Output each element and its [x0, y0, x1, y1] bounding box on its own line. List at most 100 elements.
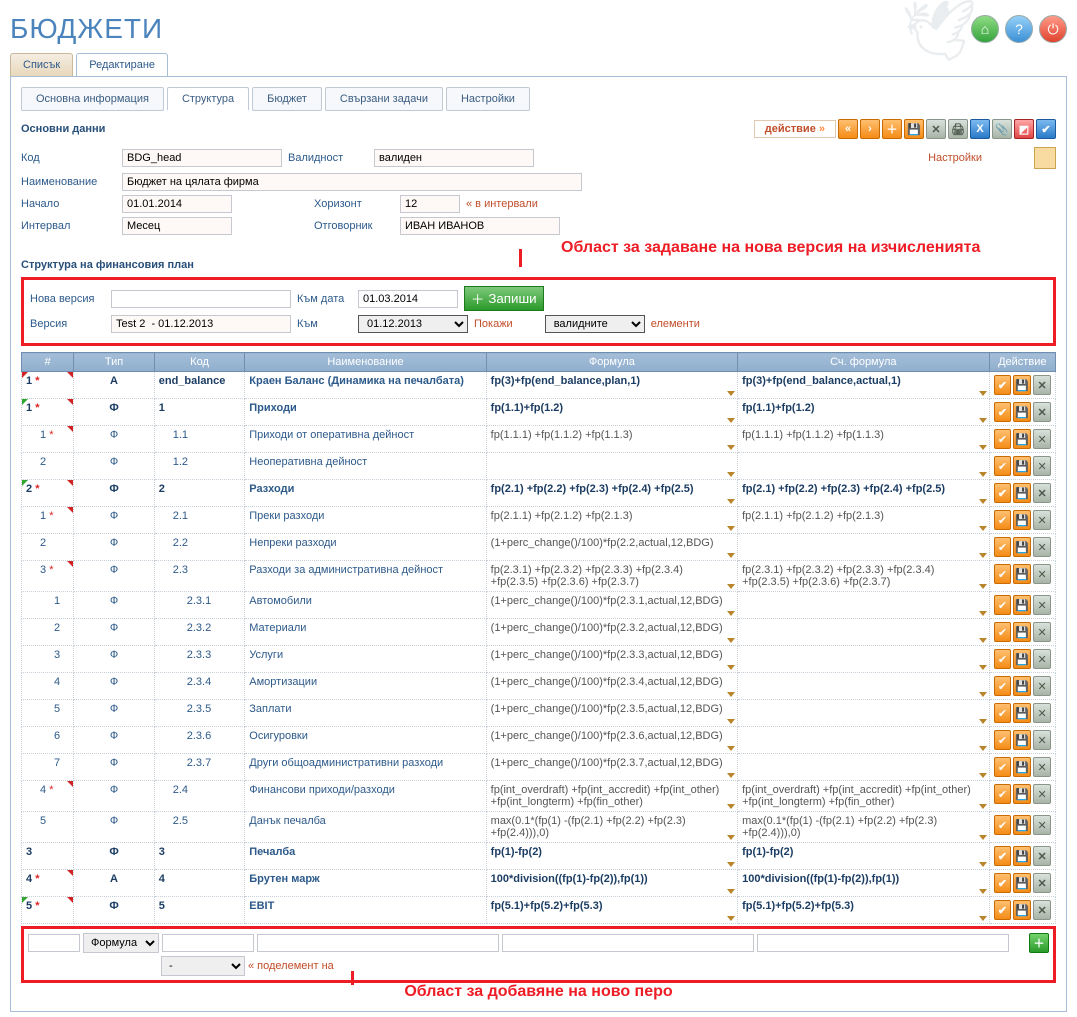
- row-check-icon[interactable]: ✔: [994, 649, 1012, 669]
- row-save-icon[interactable]: 💾: [1013, 595, 1031, 615]
- col-num[interactable]: #: [22, 353, 74, 372]
- home-icon[interactable]: ⌂: [971, 15, 999, 43]
- row-check-icon[interactable]: ✔: [994, 429, 1012, 449]
- valid-input[interactable]: [374, 149, 534, 167]
- row-save-icon[interactable]: 💾: [1013, 784, 1031, 804]
- row-name[interactable]: Амортизации: [245, 673, 486, 700]
- row-save-icon[interactable]: 💾: [1013, 703, 1031, 723]
- row-formula[interactable]: (1+perc_change()/100)*fp(2.3.1,actual,12…: [486, 592, 737, 619]
- row-formula[interactable]: 100*division((fp(1)-fp(2)),fp(1)): [486, 870, 737, 897]
- row-code[interactable]: 5: [154, 897, 245, 924]
- row-delete-icon[interactable]: ✕: [1033, 815, 1051, 835]
- row-save-icon[interactable]: 💾: [1013, 676, 1031, 696]
- row-check-icon[interactable]: ✔: [994, 873, 1012, 893]
- row-check-icon[interactable]: ✔: [994, 900, 1012, 920]
- row-code[interactable]: end_balance: [154, 372, 245, 399]
- show-link[interactable]: Покажи: [474, 318, 513, 330]
- row-save-icon[interactable]: 💾: [1013, 730, 1031, 750]
- row-formula[interactable]: (1+perc_change()/100)*fp(2.3.7,actual,12…: [486, 754, 737, 781]
- row-delete-icon[interactable]: ✕: [1033, 564, 1051, 584]
- add-acc-formula-input[interactable]: [757, 934, 1009, 952]
- interval-input[interactable]: [122, 217, 232, 235]
- row-code[interactable]: 2: [154, 480, 245, 507]
- col-formula[interactable]: Формула: [486, 353, 737, 372]
- row-formula[interactable]: (1+perc_change()/100)*fp(2.3.5,actual,12…: [486, 700, 737, 727]
- new-icon[interactable]: ＋: [882, 119, 902, 139]
- row-check-icon[interactable]: ✔: [994, 703, 1012, 723]
- row-delete-icon[interactable]: ✕: [1033, 846, 1051, 866]
- row-save-icon[interactable]: 💾: [1013, 622, 1031, 642]
- settings-link[interactable]: Настройки: [928, 152, 982, 164]
- row-formula[interactable]: max(0.1*(fp(1) -(fp(2.1) +fp(2.2) +fp(2.…: [486, 812, 737, 843]
- add-type-select[interactable]: Формула: [83, 933, 159, 953]
- row-code[interactable]: 2.3.6: [154, 727, 245, 754]
- row-check-icon[interactable]: ✔: [994, 676, 1012, 696]
- row-delete-icon[interactable]: ✕: [1033, 703, 1051, 723]
- row-formula[interactable]: fp(2.1.1) +fp(2.1.2) +fp(2.1.3): [486, 507, 737, 534]
- row-code[interactable]: 2.1: [154, 507, 245, 534]
- action-link[interactable]: действие »: [754, 120, 836, 138]
- row-acc-formula[interactable]: max(0.1*(fp(1) -(fp(2.1) +fp(2.2) +fp(2.…: [738, 812, 989, 843]
- row-acc-formula[interactable]: fp(2.3.1) +fp(2.3.2) +fp(2.3.3) +fp(2.3.…: [738, 561, 989, 592]
- row-formula[interactable]: fp(1.1.1) +fp(1.1.2) +fp(1.1.3): [486, 426, 737, 453]
- row-acc-formula[interactable]: [738, 646, 989, 673]
- row-check-icon[interactable]: ✔: [994, 595, 1012, 615]
- row-check-icon[interactable]: ✔: [994, 564, 1012, 584]
- horizon-input[interactable]: [400, 195, 460, 213]
- row-name[interactable]: EBIT: [245, 897, 486, 924]
- filter-select[interactable]: валидните: [545, 315, 645, 333]
- nav-prev-icon[interactable]: ›: [860, 119, 880, 139]
- row-formula[interactable]: fp(3)+fp(end_balance,plan,1): [486, 372, 737, 399]
- row-save-icon[interactable]: 💾: [1013, 757, 1031, 777]
- save-version-button[interactable]: ＋Запиши: [464, 286, 544, 311]
- row-delete-icon[interactable]: ✕: [1033, 402, 1051, 422]
- row-acc-formula[interactable]: fp(1.1)+fp(1.2): [738, 399, 989, 426]
- row-delete-icon[interactable]: ✕: [1033, 649, 1051, 669]
- row-delete-icon[interactable]: ✕: [1033, 510, 1051, 530]
- row-formula[interactable]: (1+perc_change()/100)*fp(2.2,actual,12,B…: [486, 534, 737, 561]
- row-delete-icon[interactable]: ✕: [1033, 676, 1051, 696]
- row-code[interactable]: 2.3.2: [154, 619, 245, 646]
- row-formula[interactable]: [486, 453, 737, 480]
- sub-tab-budget[interactable]: Бюджет: [252, 87, 322, 111]
- row-acc-formula[interactable]: [738, 453, 989, 480]
- row-acc-formula[interactable]: [738, 754, 989, 781]
- row-name[interactable]: Брутен марж: [245, 870, 486, 897]
- row-check-icon[interactable]: ✔: [994, 784, 1012, 804]
- row-delete-icon[interactable]: ✕: [1033, 900, 1051, 920]
- row-delete-icon[interactable]: ✕: [1033, 730, 1051, 750]
- row-save-icon[interactable]: 💾: [1013, 873, 1031, 893]
- elements-link[interactable]: елементи: [651, 318, 700, 330]
- row-code[interactable]: 1.1: [154, 426, 245, 453]
- excel-icon[interactable]: X: [970, 119, 990, 139]
- row-formula[interactable]: fp(1)-fp(2): [486, 843, 737, 870]
- row-acc-formula[interactable]: fp(2.1) +fp(2.2) +fp(2.3) +fp(2.4) +fp(2…: [738, 480, 989, 507]
- row-formula[interactable]: (1+perc_change()/100)*fp(2.3.4,actual,12…: [486, 673, 737, 700]
- row-save-icon[interactable]: 💾: [1013, 375, 1031, 395]
- row-formula[interactable]: (1+perc_change()/100)*fp(2.3.3,actual,12…: [486, 646, 737, 673]
- add-formula-input[interactable]: [502, 934, 754, 952]
- row-acc-formula[interactable]: [738, 727, 989, 754]
- tab-list[interactable]: Списък: [10, 53, 73, 76]
- add-name-input[interactable]: [257, 934, 499, 952]
- row-acc-formula[interactable]: 100*division((fp(1)-fp(2)),fp(1)): [738, 870, 989, 897]
- row-code[interactable]: 2.3.5: [154, 700, 245, 727]
- row-delete-icon[interactable]: ✕: [1033, 757, 1051, 777]
- add-row-button[interactable]: ＋: [1029, 933, 1049, 953]
- start-input[interactable]: [122, 195, 232, 213]
- row-acc-formula[interactable]: fp(5.1)+fp(5.2)+fp(5.3): [738, 897, 989, 924]
- row-acc-formula[interactable]: fp(1.1.1) +fp(1.1.2) +fp(1.1.3): [738, 426, 989, 453]
- row-check-icon[interactable]: ✔: [994, 510, 1012, 530]
- row-save-icon[interactable]: 💾: [1013, 510, 1031, 530]
- row-code[interactable]: 2.3.7: [154, 754, 245, 781]
- settings-checkbox[interactable]: [1034, 147, 1056, 169]
- row-check-icon[interactable]: ✔: [994, 483, 1012, 503]
- row-check-icon[interactable]: ✔: [994, 622, 1012, 642]
- row-acc-formula[interactable]: fp(int_overdraft) +fp(int_accredit) +fp(…: [738, 781, 989, 812]
- row-name[interactable]: Заплати: [245, 700, 486, 727]
- row-save-icon[interactable]: 💾: [1013, 900, 1031, 920]
- new-version-input[interactable]: [111, 290, 291, 308]
- row-code[interactable]: 2.4: [154, 781, 245, 812]
- name-input[interactable]: [122, 173, 582, 191]
- todate-input[interactable]: [358, 290, 458, 308]
